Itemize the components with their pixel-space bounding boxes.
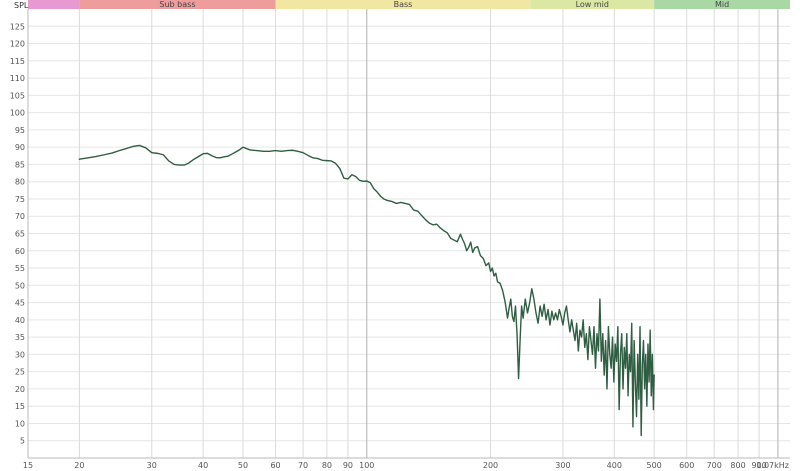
y-tick-label: 115 [10, 57, 25, 66]
y-tick-label: 110 [10, 74, 25, 83]
y-tick-label: 40 [15, 316, 25, 325]
y-tick-label: 70 [15, 212, 25, 221]
y-tick-label: 90 [15, 143, 25, 152]
x-tick-label: 50 [238, 461, 248, 470]
band-label-bass: Bass [394, 0, 413, 9]
y-tick-label: 55 [15, 264, 25, 273]
band-label-low-mid: Low mid [576, 0, 609, 9]
x-tick-label: 30 [147, 461, 157, 470]
y-tick-label: 15 [15, 402, 25, 411]
x-tick-label: 70 [298, 461, 308, 470]
x-tick-label: 700 [707, 461, 722, 470]
y-tick-label: 125 [10, 22, 25, 31]
y-tick-label: 10 [15, 419, 25, 428]
x-tick-label: 40 [198, 461, 208, 470]
y-tick-label: 80 [15, 178, 25, 187]
x-tick-label: 100 [359, 461, 374, 470]
y-tick-label: 45 [15, 299, 25, 308]
band-label-sub-bass: Sub bass [159, 0, 195, 9]
y-tick-label: 120 [10, 40, 25, 49]
x-tick-label: 80 [322, 461, 332, 470]
x-tick-label: 400 [607, 461, 622, 470]
x-tick-label: 500 [647, 461, 662, 470]
plot-background [0, 0, 800, 471]
x-tick-label: 20 [74, 461, 84, 470]
x-tick-label: 800 [730, 461, 745, 470]
y-tick-label: 20 [15, 385, 25, 394]
y-tick-label: 35 [15, 333, 25, 342]
y-tick-label: 95 [15, 126, 25, 135]
x-tick-label: 15 [23, 461, 33, 470]
x-tick-label: 300 [555, 461, 570, 470]
y-tick-label: 65 [15, 230, 25, 239]
x-tick-label: 1.07kHz [756, 461, 789, 470]
y-tick-label: 30 [15, 350, 25, 359]
x-tick-label: 600 [679, 461, 694, 470]
y-tick-label: 50 [15, 281, 25, 290]
x-tick-label: 90 [343, 461, 353, 470]
band-leading-strip [28, 0, 80, 9]
y-tick-label: 5 [20, 437, 25, 446]
frequency-band-strip: Sub bass Bass Low mid Mid [28, 0, 790, 9]
y-tick-label: 85 [15, 160, 25, 169]
frequency-response-chart: Sub bass Bass Low mid Mid 5 10 15 20 25 30 35 40 45… [0, 0, 800, 471]
y-tick-label: 75 [15, 195, 25, 204]
x-tick-label: 200 [483, 461, 498, 470]
y-tick-label: 100 [10, 109, 25, 118]
y-axis-title: SPL [14, 1, 29, 10]
y-tick-label: 25 [15, 368, 25, 377]
band-label-mid: Mid [715, 0, 729, 9]
y-tick-label: 105 [10, 91, 25, 100]
y-tick-label: 60 [15, 247, 25, 256]
x-tick-label: 60 [270, 461, 280, 470]
